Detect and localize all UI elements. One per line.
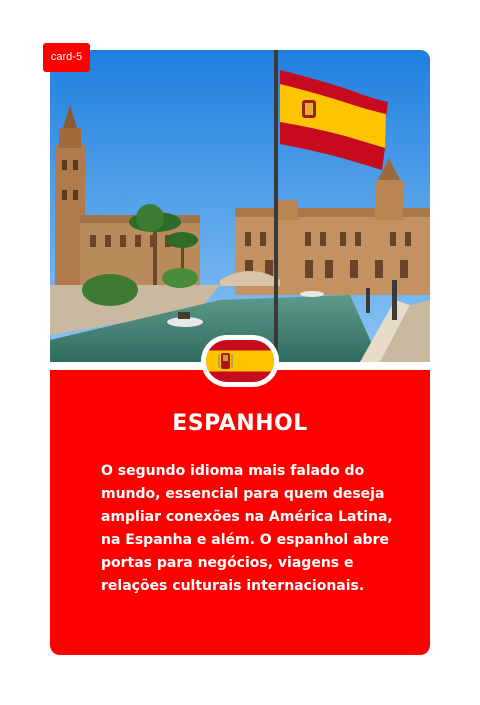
spain-flag-icon [206, 340, 274, 382]
card-image [50, 50, 430, 362]
page: card-5 ESPANHOL O segundo idioma mais fa… [0, 0, 480, 705]
language-card[interactable]: ESPANHOL O segundo idioma mais falado do… [50, 50, 430, 655]
card-title: ESPANHOL [172, 411, 308, 436]
card-description: O segundo idioma mais falado do mundo, e… [101, 463, 393, 594]
flag-badge [201, 335, 279, 387]
card-tag: card-5 [43, 43, 90, 72]
